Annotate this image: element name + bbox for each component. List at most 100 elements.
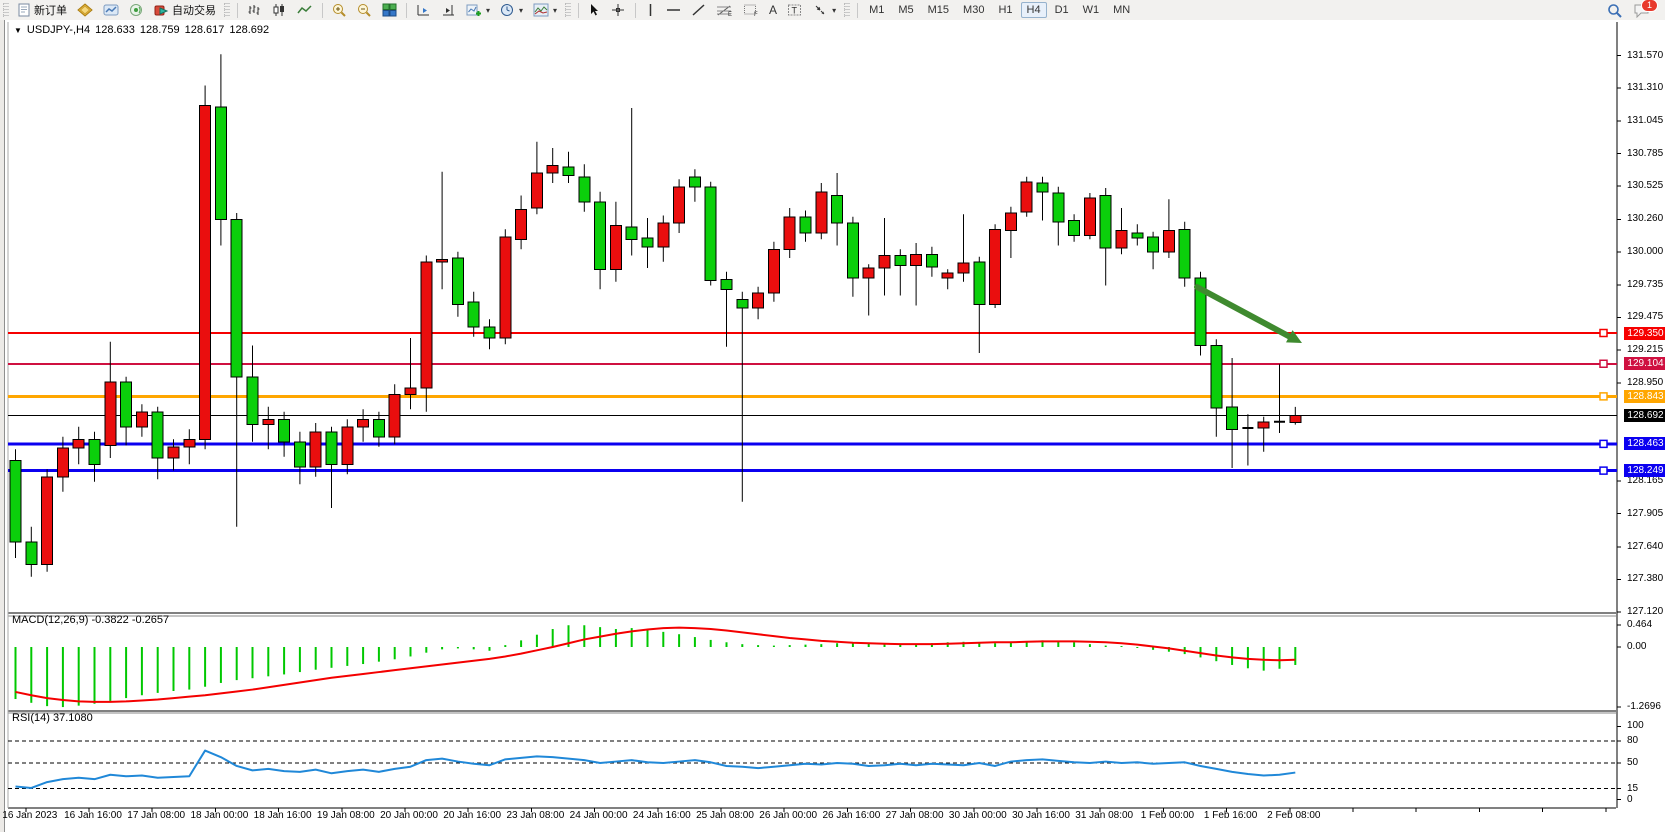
hline-anchor[interactable] <box>1600 440 1607 447</box>
candle-body <box>1005 213 1016 231</box>
svg-text:E: E <box>728 12 732 17</box>
date-axis-label: 1 Feb 16:00 <box>1204 810 1257 821</box>
toolbar-grip[interactable] <box>565 3 571 17</box>
auto-trading-button[interactable]: 自动交易 <box>149 1 221 20</box>
candle-body <box>168 447 179 458</box>
arrows-tool-button[interactable]: ▾ <box>808 1 841 20</box>
macd-indicator-label: MACD(12,26,9) -0.3822 -0.2657 <box>12 614 169 626</box>
date-axis-label: 27 Jan 08:00 <box>886 810 944 821</box>
bar-chart-button[interactable] <box>242 1 267 20</box>
svg-text:T: T <box>792 6 798 16</box>
line-chart-button[interactable] <box>292 1 318 20</box>
period-button[interactable]: ▾ <box>495 1 528 20</box>
notifications-button[interactable]: 1 <box>1633 3 1651 18</box>
hline-anchor[interactable] <box>1600 330 1607 337</box>
hline-anchor[interactable] <box>1600 467 1607 474</box>
text-label-tool-button[interactable]: T <box>782 1 808 20</box>
candle-body <box>326 432 337 465</box>
text-tool-button[interactable]: A <box>764 1 782 20</box>
fibonacci-tool-button[interactable]: E <box>711 1 738 20</box>
vertical-line-tool-button[interactable] <box>640 1 661 20</box>
template-button[interactable]: ▾ <box>528 1 562 20</box>
add-indicator-button[interactable]: ▾ <box>461 1 495 20</box>
candle-body <box>1179 229 1190 278</box>
hline-anchor[interactable] <box>1600 393 1607 400</box>
profiles-button[interactable] <box>98 1 124 20</box>
chart-canvas[interactable] <box>4 20 1665 832</box>
market-watch-button[interactable] <box>72 1 98 20</box>
candlestick-chart-button[interactable] <box>267 1 292 20</box>
cursor-tool-button[interactable] <box>583 1 606 20</box>
price-axis-label: 130.260 <box>1627 213 1663 224</box>
rsi-line <box>16 751 1296 788</box>
rsi-axis-label: 80 <box>1627 735 1638 746</box>
tab-timeframe-h4[interactable]: H4 <box>1021 2 1047 18</box>
candle-body <box>516 209 527 239</box>
candle-body <box>1037 183 1048 192</box>
candle-body <box>373 419 384 437</box>
candle-body <box>136 412 147 427</box>
zoom-in-button[interactable] <box>327 1 352 20</box>
price-axis-label: 131.570 <box>1627 50 1663 61</box>
cursor-icon <box>588 3 601 17</box>
tab-timeframe-w1[interactable]: W1 <box>1077 1 1106 19</box>
candle-body <box>279 419 290 442</box>
trendline-tool-button[interactable] <box>686 1 711 20</box>
candle-body <box>468 302 479 327</box>
candle-body <box>26 542 37 565</box>
sound-button[interactable] <box>124 1 149 20</box>
price-axis-label: 127.380 <box>1627 573 1663 584</box>
horizontal-line-tool-button[interactable] <box>661 1 686 20</box>
price-line-label: 129.104 <box>1624 357 1665 370</box>
auto-scroll-button[interactable] <box>436 1 461 20</box>
bar-chart-icon <box>247 3 262 17</box>
candle-body <box>57 448 68 477</box>
tile-windows-button[interactable] <box>377 1 402 20</box>
signal-icon <box>129 3 144 17</box>
price-line-label: 128.463 <box>1624 437 1665 450</box>
tab-timeframe-m5[interactable]: M5 <box>892 1 919 19</box>
channel-tool-button[interactable]: F <box>738 1 764 20</box>
chart-shift-button[interactable] <box>411 1 436 20</box>
grid-icon: F <box>743 3 759 17</box>
tab-timeframe-mn[interactable]: MN <box>1107 1 1136 19</box>
tab-timeframe-h1[interactable]: H1 <box>992 1 1018 19</box>
candle-body <box>674 187 685 223</box>
trend-arrow[interactable] <box>1197 287 1294 339</box>
hline-anchor[interactable] <box>1600 360 1607 367</box>
trendline-icon <box>691 3 706 17</box>
candle-body <box>263 419 274 424</box>
profile-chart-icon <box>103 3 119 17</box>
zoom-out-button[interactable] <box>352 1 377 20</box>
candle-body <box>1132 233 1143 238</box>
candle-body <box>800 217 811 233</box>
candle-body <box>563 167 574 176</box>
new-order-button[interactable]: 新订单 <box>12 1 72 20</box>
crosshair-icon <box>611 3 626 17</box>
toolbar-grip[interactable] <box>3 3 9 17</box>
candle-body <box>579 177 590 202</box>
tab-timeframe-m1[interactable]: M1 <box>863 1 890 19</box>
toolbar-grip[interactable] <box>224 3 230 17</box>
search-icon[interactable] <box>1607 3 1623 18</box>
candle-body <box>595 202 606 270</box>
candle-body <box>990 229 1001 304</box>
tab-timeframe-m15[interactable]: M15 <box>922 1 955 19</box>
candle-body <box>863 268 874 278</box>
price-axis-label: 129.475 <box>1627 311 1663 322</box>
candle-body <box>642 238 653 247</box>
date-axis-label: 20 Jan 16:00 <box>443 810 501 821</box>
arrows-icon <box>813 3 828 17</box>
tab-timeframe-d1[interactable]: D1 <box>1049 1 1075 19</box>
candle-body <box>484 327 495 338</box>
date-axis-label: 19 Jan 08:00 <box>317 810 375 821</box>
candle-body <box>847 223 858 278</box>
symbol-dropdown-icon[interactable]: ▼ <box>14 26 22 35</box>
crosshair-tool-button[interactable] <box>606 1 631 20</box>
candle-body <box>1021 182 1032 212</box>
price-line-label: 128.692 <box>1624 409 1665 422</box>
toolbar-grip[interactable] <box>844 3 850 17</box>
price-line-label: 128.249 <box>1624 464 1665 477</box>
date-axis-label: 18 Jan 16:00 <box>254 810 312 821</box>
tab-timeframe-m30[interactable]: M30 <box>957 1 990 19</box>
